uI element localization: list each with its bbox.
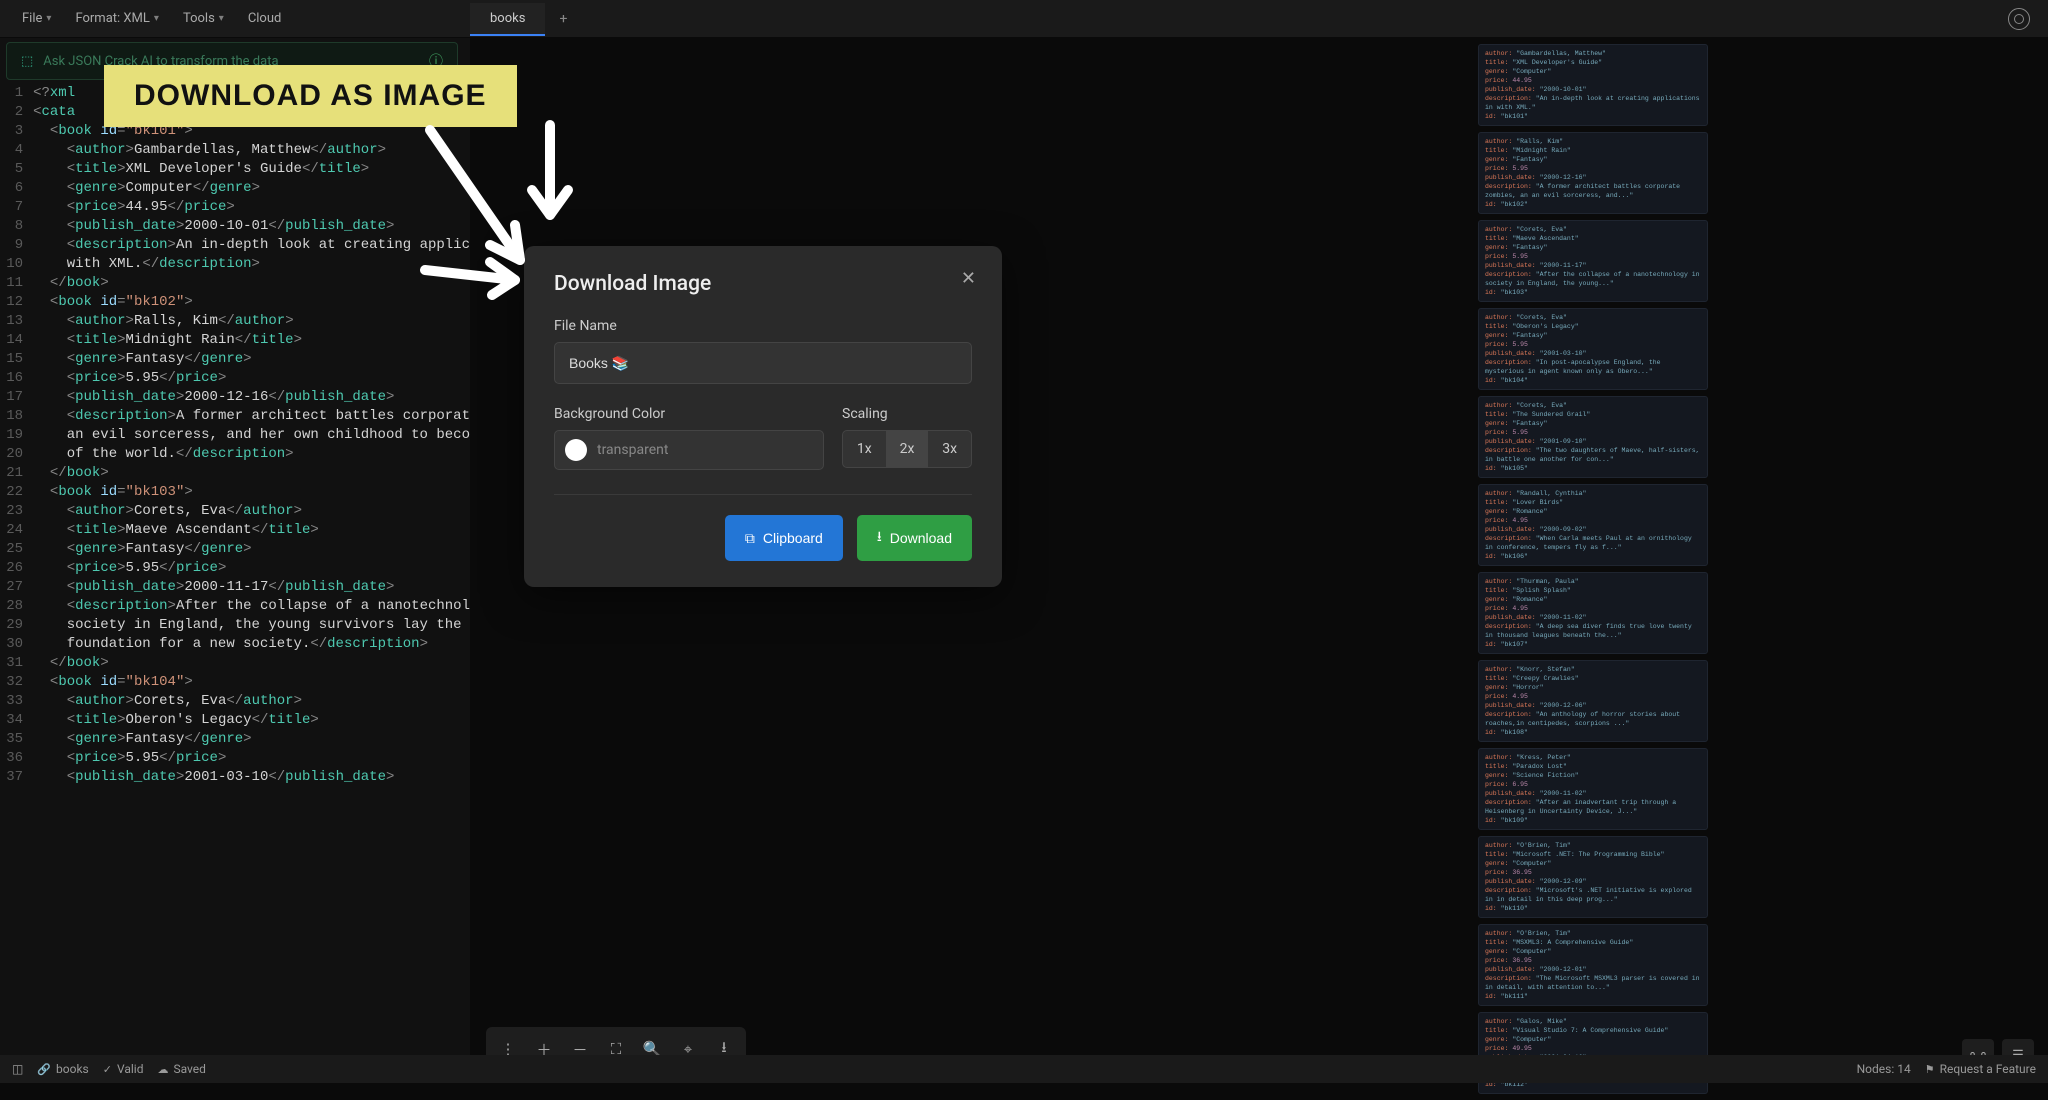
annotation-callout: Download as Image <box>104 65 517 127</box>
tabs: books + <box>470 0 581 38</box>
viz-node[interactable]: author: "Kress, Peter"title: "Paradox Lo… <box>1478 748 1708 830</box>
sb-valid: ✓Valid <box>103 1062 144 1076</box>
bgcolor-value: transparent <box>597 442 668 458</box>
status-bar: ◫ 🔗books ✓Valid ☁Saved Nodes: 14 ⚑Reques… <box>0 1055 2048 1083</box>
viz-node[interactable]: author: "Thurman, Paula"title: "Splish S… <box>1478 572 1708 654</box>
code-content[interactable]: <?xml<cata <book id="bk101"> <author>Gam… <box>33 84 470 1055</box>
chevron-down-icon: ▾ <box>46 13 51 24</box>
scaling-label: Scaling <box>842 406 972 422</box>
sb-nodes: Nodes: 14 <box>1857 1062 1911 1076</box>
cloud-icon: ☁ <box>157 1063 168 1076</box>
chevron-down-icon: ▾ <box>154 13 159 24</box>
filename-input[interactable] <box>554 342 972 384</box>
viz-node[interactable]: author: "Ralls, Kim"title: "Midnight Rai… <box>1478 132 1708 214</box>
download-image-modal: Download Image ✕ File Name Background Co… <box>524 246 1002 587</box>
new-tab-button[interactable]: + <box>545 3 581 35</box>
viz-nodes: author: "Gambardellas, Matthew"title: "X… <box>1478 44 1708 1100</box>
sb-request-feature[interactable]: ⚑Request a Feature <box>1925 1062 2036 1076</box>
scale-3x[interactable]: 3x <box>928 431 971 467</box>
copy-icon: ⧉ <box>745 530 755 547</box>
viz-node[interactable]: author: "Corets, Eva"title: "Maeve Ascen… <box>1478 220 1708 302</box>
viz-node[interactable]: author: "Knorr, Stefan"title: "Creepy Cr… <box>1478 660 1708 742</box>
arrow-icon <box>520 120 600 240</box>
viz-node[interactable]: author: "Randall, Cynthia"title: "Lover … <box>1478 484 1708 566</box>
scaling-group: 1x 2x 3x <box>842 430 972 468</box>
sb-file[interactable]: 🔗books <box>37 1062 88 1076</box>
chevron-down-icon: ▾ <box>219 13 224 24</box>
scale-2x[interactable]: 2x <box>886 431 929 467</box>
code-editor[interactable]: 1234567891011121314151617181920212223242… <box>0 80 470 1055</box>
viz-node[interactable]: author: "Gambardellas, Matthew"title: "X… <box>1478 44 1708 126</box>
modal-divider <box>554 494 972 495</box>
editor-pane: ⬚ Ask JSON Crack AI to transform the dat… <box>0 38 470 1055</box>
download-button[interactable]: ⭳ Download <box>857 515 972 561</box>
viz-node[interactable]: author: "Corets, Eva"title: "Oberon's Le… <box>1478 308 1708 390</box>
menubar: File▾ Format: XML▾ Tools▾ Cloud <box>0 0 2048 38</box>
flag-icon: ⚑ <box>1925 1063 1935 1076</box>
sb-saved: ☁Saved <box>157 1062 205 1076</box>
menu-file[interactable]: File▾ <box>12 5 61 32</box>
modal-title: Download Image <box>554 272 972 296</box>
close-icon[interactable]: ✕ <box>961 268 976 289</box>
clipboard-button[interactable]: ⧉ Clipboard <box>725 515 843 561</box>
main-area: ⬚ Ask JSON Crack AI to transform the dat… <box>0 38 2048 1055</box>
bgcolor-label: Background Color <box>554 406 824 422</box>
menu-tools[interactable]: Tools▾ <box>173 5 234 32</box>
user-icon <box>2008 8 2030 30</box>
sb-panel-icon[interactable]: ◫ <box>12 1062 23 1076</box>
ai-icon: ⬚ <box>21 54 33 69</box>
download-icon: ⭳ <box>877 526 882 550</box>
arrow-icon <box>420 250 540 310</box>
viz-node[interactable]: author: "O'Brien, Tim"title: "Microsoft … <box>1478 836 1708 918</box>
user-menu[interactable] <box>2008 8 2030 30</box>
viz-node[interactable]: author: "Corets, Eva"title: "The Sundere… <box>1478 396 1708 478</box>
filename-label: File Name <box>554 318 972 334</box>
menu-format[interactable]: Format: XML▾ <box>65 5 169 32</box>
bgcolor-input[interactable]: transparent <box>554 430 824 470</box>
viz-node[interactable]: author: "O'Brien, Tim"title: "MSXML3: A … <box>1478 924 1708 1006</box>
line-gutter: 1234567891011121314151617181920212223242… <box>0 84 33 1055</box>
menu-cloud[interactable]: Cloud <box>238 5 292 32</box>
tab-books[interactable]: books <box>470 3 545 36</box>
check-icon: ✓ <box>103 1063 112 1076</box>
link-icon: 🔗 <box>37 1063 51 1076</box>
color-swatch[interactable] <box>565 439 587 461</box>
scale-1x[interactable]: 1x <box>843 431 886 467</box>
